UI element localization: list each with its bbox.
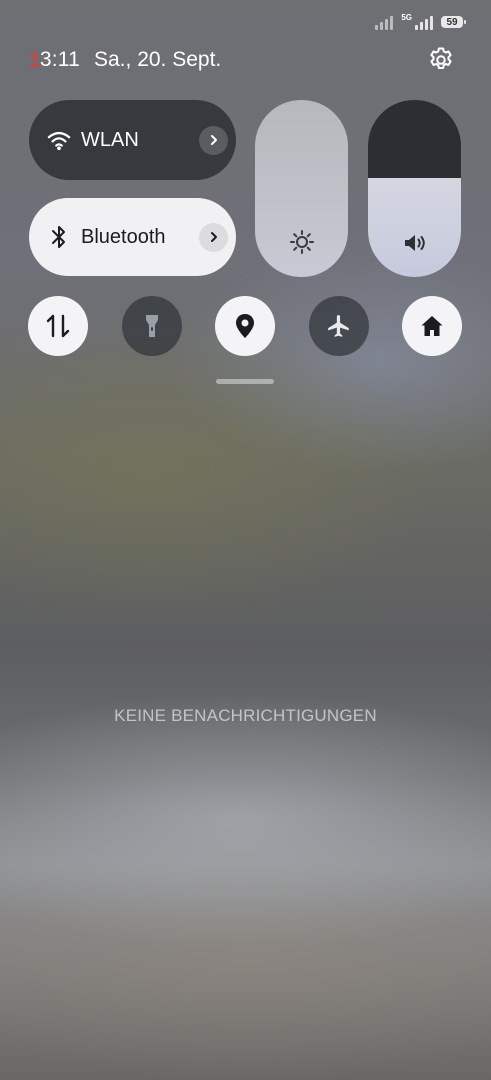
- home-icon: [421, 316, 443, 336]
- mobile-data-toggle[interactable]: [28, 296, 88, 356]
- wlan-tile[interactable]: WLAN: [29, 100, 236, 180]
- bluetooth-tile[interactable]: Bluetooth: [29, 198, 236, 276]
- volume-slider[interactable]: [368, 100, 461, 277]
- clock: 13:11: [28, 48, 80, 72]
- clock-first-digit: 1: [28, 48, 40, 71]
- signal-5g-icon: 5G: [401, 14, 433, 30]
- home-toggle[interactable]: [402, 296, 462, 356]
- bluetooth-icon: [47, 225, 71, 249]
- volume-fill: [368, 177, 461, 277]
- airplane-mode-toggle[interactable]: [309, 296, 369, 356]
- flashlight-toggle[interactable]: [122, 296, 182, 356]
- empty-notifications-label: KEINE BENACHRICHTIGUNGEN: [114, 706, 377, 725]
- network-type-label: 5G: [401, 13, 412, 22]
- signal-icon: [375, 14, 394, 30]
- sun-icon: [255, 229, 348, 255]
- arrows-updown-icon: [46, 314, 70, 338]
- wifi-icon: [47, 128, 71, 152]
- wlan-details-button[interactable]: [199, 125, 228, 155]
- airplane-icon: [328, 315, 349, 337]
- battery-icon: 59: [441, 16, 466, 28]
- status-bar: 5G 59: [375, 14, 466, 30]
- brightness-slider[interactable]: [255, 100, 348, 277]
- chevron-right-icon: [210, 232, 217, 242]
- location-pin-icon: [236, 314, 254, 338]
- location-toggle[interactable]: [215, 296, 275, 356]
- battery-level: 59: [446, 16, 458, 28]
- bluetooth-label: Bluetooth: [81, 225, 166, 248]
- settings-button[interactable]: [426, 45, 456, 75]
- chevron-right-icon: [210, 135, 217, 145]
- wlan-label: WLAN: [81, 128, 139, 151]
- gear-icon: [430, 47, 452, 69]
- date-label: Sa., 20. Sept.: [94, 48, 222, 71]
- clock-rest: 3:11: [39, 48, 81, 71]
- speaker-icon: [368, 231, 461, 255]
- panel-drag-handle[interactable]: [216, 379, 274, 384]
- flashlight-icon: [146, 315, 158, 337]
- bluetooth-details-button[interactable]: [199, 222, 228, 252]
